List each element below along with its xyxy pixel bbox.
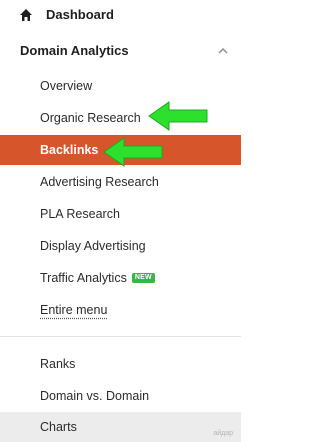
nav-item-overview[interactable]: Overview <box>0 71 241 101</box>
annotation-arrow-organic-research <box>148 101 208 131</box>
watermark: айдар <box>213 430 233 437</box>
nav-item-domain-vs-domain[interactable]: Domain vs. Domain <box>0 381 241 411</box>
nav-item-advertising-research[interactable]: Advertising Research <box>0 167 241 197</box>
nav-item-ranks[interactable]: Ranks <box>0 349 241 379</box>
nav-item-charts[interactable]: Charts <box>0 412 241 442</box>
menu-divider <box>0 336 241 337</box>
dashboard-label: Dashboard <box>46 7 114 22</box>
dashboard-link[interactable]: Dashboard <box>0 1 241 29</box>
chevron-up-icon[interactable] <box>217 45 229 57</box>
domain-analytics-section-header[interactable]: Domain Analytics <box>0 37 241 65</box>
traffic-analytics-label: Traffic Analytics <box>40 271 127 285</box>
nav-item-entire-menu[interactable]: Entire menu <box>0 295 241 325</box>
new-badge: NEW <box>131 272 155 283</box>
nav-item-display-advertising[interactable]: Display Advertising <box>0 231 241 261</box>
section-title: Domain Analytics <box>20 43 129 58</box>
nav-item-pla-research[interactable]: PLA Research <box>0 199 241 229</box>
annotation-arrow-backlinks <box>103 137 163 167</box>
nav-item-traffic-analytics[interactable]: Traffic Analytics NEW <box>0 263 241 293</box>
entire-menu-link[interactable]: Entire menu <box>40 303 107 317</box>
home-icon <box>20 9 32 21</box>
